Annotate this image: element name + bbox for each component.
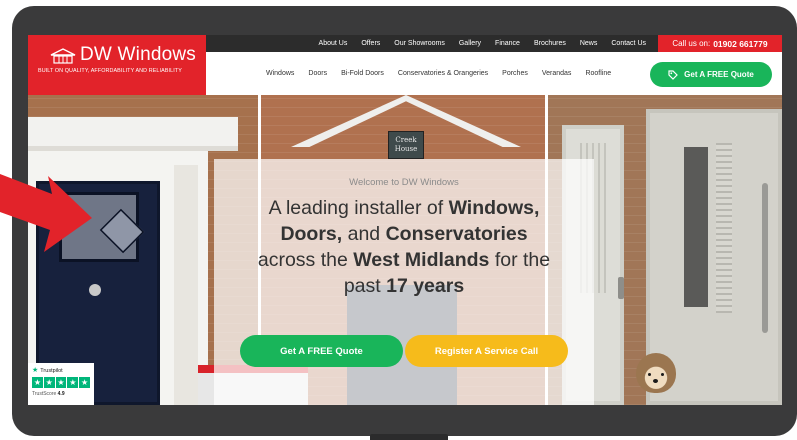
site-logo[interactable]: DW Windows BUILT ON QUALITY, AFFORDABILI… bbox=[28, 35, 206, 95]
nav-item-doors[interactable]: Doors bbox=[308, 70, 327, 77]
headline-line-4: past 17 years bbox=[214, 273, 594, 299]
star-icon: ★ bbox=[55, 377, 67, 388]
house-logo-icon bbox=[50, 48, 76, 64]
door-bar-handle-icon bbox=[762, 183, 768, 333]
headline-bold-west-midlands: West Midlands bbox=[353, 249, 490, 271]
trustpilot-stars: ★ ★ ★ ★ ★ bbox=[32, 377, 90, 388]
headline-bold-conservatories: Conservatories bbox=[385, 223, 528, 245]
headline-bold-windows: Windows, bbox=[448, 197, 540, 219]
headline-bold-years: 17 years bbox=[386, 275, 465, 297]
door-pediment bbox=[28, 117, 238, 151]
top-link-about-us[interactable]: About Us bbox=[319, 40, 348, 47]
trustpilot-star-icon: ★ bbox=[32, 367, 39, 374]
headline-text: A leading installer of bbox=[268, 197, 449, 219]
nav-item-conservatories[interactable]: Conservatories & Orangeries bbox=[398, 70, 488, 77]
door-glass-strip bbox=[716, 143, 732, 313]
trustpilot-score: TrustScore 4.9 bbox=[32, 391, 90, 397]
trustpilot-brand: Trustpilot bbox=[40, 367, 63, 374]
headline-text: for the bbox=[489, 249, 551, 271]
headline-text: and bbox=[342, 223, 386, 245]
headline-text: past bbox=[343, 275, 387, 297]
trustscore-label: TrustScore bbox=[32, 391, 57, 397]
get-free-quote-label: Get A FREE Quote bbox=[684, 70, 754, 79]
door-glass-diamond bbox=[99, 208, 145, 254]
welcome-text: Welcome to DW Windows bbox=[349, 177, 459, 188]
headline-line-2: Doors, and Conservatories bbox=[214, 221, 594, 247]
door-handle-icon bbox=[618, 277, 624, 299]
trustpilot-header: ★ Trustpilot bbox=[32, 367, 90, 374]
headline-line-3: across the West Midlands for the bbox=[214, 247, 594, 273]
red-arrow-icon bbox=[0, 174, 92, 252]
hedgehog-mascot-icon bbox=[636, 353, 676, 393]
star-icon: ★ bbox=[43, 377, 55, 388]
trustscore-value: 4.9 bbox=[57, 391, 65, 397]
mascot-eye bbox=[648, 373, 651, 376]
house-sign-line-2: House bbox=[394, 145, 418, 153]
call-us-link[interactable]: Call us on: 01902 661779 bbox=[658, 35, 782, 52]
door-glass-strip bbox=[684, 147, 708, 307]
headline-line-1: A leading installer of Windows, bbox=[214, 195, 594, 221]
call-us-label: Call us on: bbox=[672, 39, 711, 48]
mascot-nose bbox=[653, 379, 658, 383]
top-bar: About Us Offers Our Showrooms Gallery Fi… bbox=[206, 35, 782, 52]
star-icon: ★ bbox=[32, 377, 43, 388]
get-free-quote-button[interactable]: Get A FREE Quote bbox=[650, 62, 772, 87]
website-screen: DW Windows BUILT ON QUALITY, AFFORDABILI… bbox=[28, 35, 782, 405]
mascot-eye bbox=[661, 373, 664, 376]
hero-get-free-quote-button[interactable]: Get A FREE Quote bbox=[240, 335, 403, 367]
phone-number: 01902 661779 bbox=[713, 38, 768, 49]
house-name-sign: Creek House bbox=[388, 131, 424, 159]
top-links: About Us Offers Our Showrooms Gallery Fi… bbox=[206, 35, 658, 52]
top-link-gallery[interactable]: Gallery bbox=[459, 40, 481, 47]
headline-text: across the bbox=[257, 249, 354, 271]
top-link-brochures[interactable]: Brochures bbox=[534, 40, 566, 47]
door-knocker-icon bbox=[89, 284, 101, 296]
nav-item-verandas[interactable]: Verandas bbox=[542, 70, 572, 77]
main-nav: Windows Doors Bi-Fold Doors Conservatori… bbox=[206, 52, 782, 95]
top-link-contact-us[interactable]: Contact Us bbox=[611, 40, 646, 47]
logo-tagline: BUILT ON QUALITY, AFFORDABILITY AND RELI… bbox=[38, 68, 182, 74]
house-sign-line-1: Creek bbox=[395, 136, 417, 144]
star-icon: ★ bbox=[67, 377, 79, 388]
hero-headline: A leading installer of Windows, Doors, a… bbox=[214, 195, 594, 299]
star-icon: ★ bbox=[79, 377, 90, 388]
nav-item-porches[interactable]: Porches bbox=[502, 70, 528, 77]
nav-item-bi-fold-doors[interactable]: Bi-Fold Doors bbox=[341, 70, 384, 77]
device-stand bbox=[370, 434, 448, 440]
top-link-news[interactable]: News bbox=[580, 40, 598, 47]
trustpilot-widget[interactable]: ★ Trustpilot ★ ★ ★ ★ ★ TrustScore 4.9 bbox=[28, 363, 94, 405]
top-link-offers[interactable]: Offers bbox=[361, 40, 380, 47]
register-service-call-button[interactable]: Register A Service Call bbox=[405, 335, 568, 367]
headline-bold-doors: Doors, bbox=[280, 223, 343, 245]
nav-item-roofline[interactable]: Roofline bbox=[585, 70, 611, 77]
tag-icon bbox=[668, 69, 679, 80]
logo-title: DW Windows bbox=[80, 44, 197, 65]
hero-cta-row: Get A FREE Quote Register A Service Call bbox=[240, 335, 570, 367]
top-link-finance[interactable]: Finance bbox=[495, 40, 520, 47]
hero-banner: Creek House Welcome to DW Windows A lead… bbox=[28, 95, 782, 405]
door-pilaster bbox=[174, 165, 198, 405]
top-link-our-showrooms[interactable]: Our Showrooms bbox=[394, 40, 445, 47]
nav-item-windows[interactable]: Windows bbox=[266, 70, 294, 77]
nav-links: Windows Doors Bi-Fold Doors Conservatori… bbox=[266, 52, 611, 95]
